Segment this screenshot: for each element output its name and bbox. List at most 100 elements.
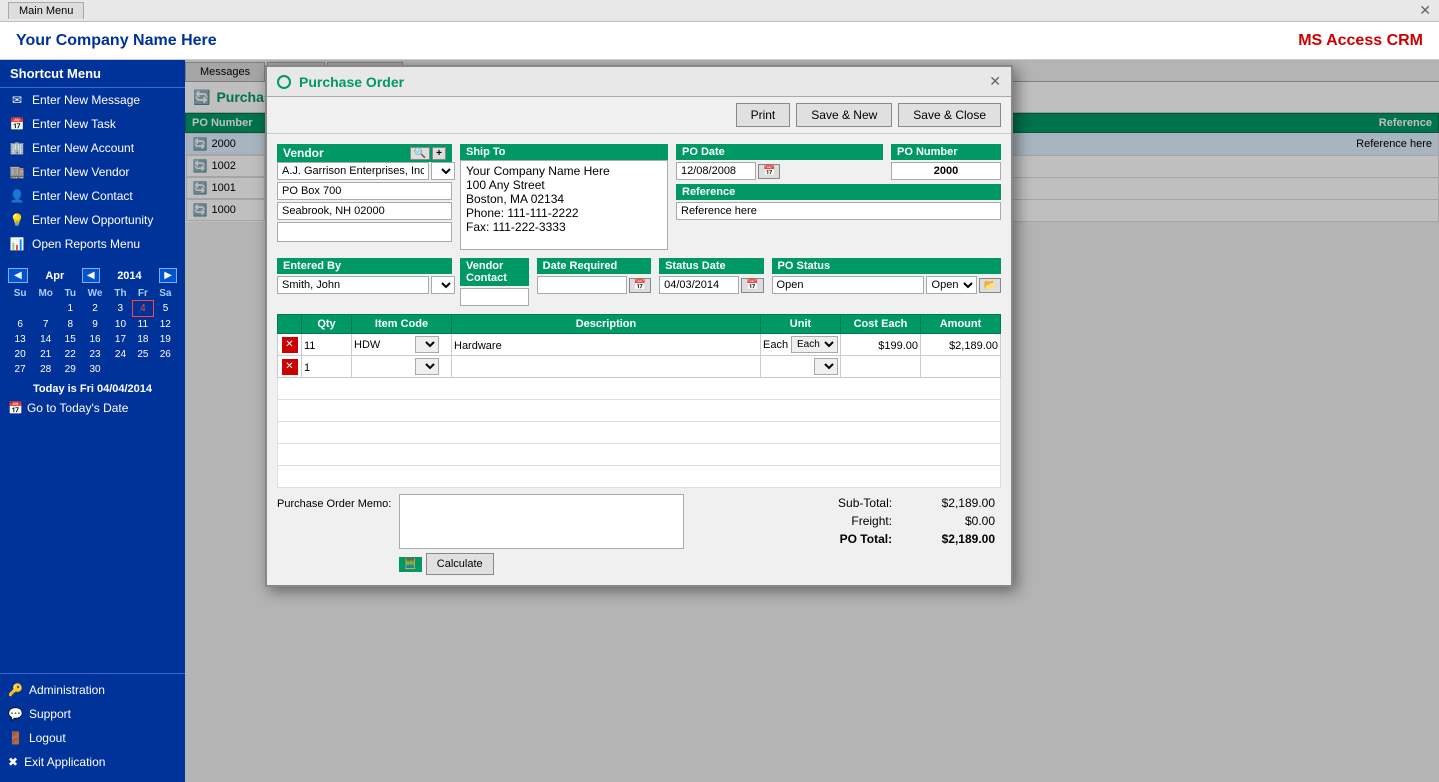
cal-day-cell[interactable]: 8 — [59, 317, 81, 333]
cal-today-cell[interactable]: 4 — [132, 301, 154, 317]
cal-day-cell[interactable]: 15 — [59, 332, 81, 347]
col-item-code: Item Code — [352, 315, 452, 334]
cal-day-cell[interactable]: 18 — [132, 332, 154, 347]
cal-day-cell — [154, 362, 177, 377]
qty-1-input[interactable] — [304, 340, 344, 352]
cal-day-cell[interactable]: 9 — [81, 317, 109, 333]
item-code-2-dropdown[interactable] — [415, 358, 439, 375]
po-date-input[interactable] — [676, 162, 756, 180]
entered-by-dropdown[interactable] — [431, 276, 455, 294]
reference-label: Reference — [676, 184, 1001, 200]
cal-next-year[interactable]: ▶ — [159, 268, 177, 283]
cal-day-cell[interactable]: 22 — [59, 347, 81, 362]
calendar-year: 2014 — [117, 270, 141, 282]
qty-2-input[interactable] — [304, 362, 344, 374]
cost-each-2-input[interactable] — [853, 362, 918, 374]
cal-day-cell[interactable]: 20 — [8, 347, 32, 362]
cal-day-cell[interactable]: 16 — [81, 332, 109, 347]
sidebar-item-message[interactable]: ✉ Enter New Message — [0, 88, 185, 112]
reference-input[interactable] — [676, 202, 1001, 220]
print-button[interactable]: Print — [736, 103, 791, 127]
save-new-button[interactable]: Save & New — [796, 103, 892, 127]
entered-by-input[interactable] — [277, 276, 429, 294]
sidebar-item-reports[interactable]: 📊 Open Reports Menu — [0, 232, 185, 256]
cal-day-cell[interactable]: 12 — [154, 317, 177, 333]
po-status-dropdown[interactable]: Open — [926, 276, 977, 294]
cal-day-cell[interactable]: 5 — [154, 301, 177, 317]
cal-day-cell[interactable]: 24 — [109, 347, 132, 362]
cal-day-cell[interactable]: 11 — [132, 317, 154, 333]
cal-day-cell[interactable]: 27 — [8, 362, 32, 377]
cal-day-cell[interactable]: 25 — [132, 347, 154, 362]
cal-day-cell[interactable]: 17 — [109, 332, 132, 347]
cost-each-1-input[interactable] — [853, 340, 918, 352]
po-number-input[interactable] — [891, 162, 1001, 180]
vendor-name-input[interactable] — [277, 162, 429, 180]
unit-1-dropdown[interactable]: Each — [791, 336, 838, 353]
date-required-calendar-btn[interactable]: 📅 — [629, 278, 651, 293]
cal-day-cell[interactable]: 30 — [81, 362, 109, 377]
opportunity-icon: 💡 — [8, 213, 26, 227]
date-required-input[interactable] — [537, 276, 627, 294]
cal-day-cell[interactable]: 7 — [32, 317, 59, 333]
po-date-calendar-btn[interactable]: 📅 — [758, 164, 780, 179]
window-close[interactable]: ✕ — [1419, 2, 1431, 19]
cal-day-cell[interactable]: 10 — [109, 317, 132, 333]
cal-day-cell[interactable]: 28 — [32, 362, 59, 377]
sidebar-item-logout[interactable]: 🚪 Logout — [0, 726, 185, 750]
sidebar-item-vendor[interactable]: 🏬 Enter New Vendor — [0, 160, 185, 184]
status-date-calendar-btn[interactable]: 📅 — [741, 278, 763, 293]
freight-row: Freight: $0.00 — [801, 512, 1001, 530]
cal-day-cell[interactable]: 3 — [109, 301, 132, 317]
cal-day-cell[interactable]: 14 — [32, 332, 59, 347]
modal-close-button[interactable]: ✕ — [989, 73, 1001, 90]
cal-day-cell[interactable]: 21 — [32, 347, 59, 362]
delete-row-1-button[interactable]: ✕ — [282, 337, 298, 353]
envelope-icon: ✉ — [8, 93, 26, 107]
memo-textarea[interactable] — [399, 494, 684, 549]
save-close-button[interactable]: Save & Close — [898, 103, 1001, 127]
vendor-contact-input[interactable] — [460, 288, 529, 306]
delete-row-2-button[interactable]: ✕ — [282, 359, 298, 375]
sidebar-item-exit[interactable]: ✖ Exit Application — [0, 750, 185, 774]
sidebar-item-contact[interactable]: 👤 Enter New Contact — [0, 184, 185, 208]
cal-day-cell[interactable]: 2 — [81, 301, 109, 317]
cal-day-cell[interactable]: 29 — [59, 362, 81, 377]
cal-day-cell[interactable]: 26 — [154, 347, 177, 362]
cal-day-cell[interactable] — [32, 301, 59, 317]
cal-day-cell[interactable]: 23 — [81, 347, 109, 362]
item-code-1-input[interactable] — [354, 339, 414, 351]
sidebar-item-task[interactable]: 📅 Enter New Task — [0, 112, 185, 136]
status-date-input[interactable] — [659, 276, 739, 294]
main-menu-tab[interactable]: Main Menu — [8, 2, 84, 19]
po-status-folder-btn[interactable]: 📂 — [979, 278, 1001, 293]
sidebar-item-support[interactable]: 💬 Support — [0, 702, 185, 726]
vendor-dropdown[interactable] — [431, 162, 455, 180]
vendor-search-icon[interactable]: 🔍 — [410, 147, 430, 160]
cal-day-cell[interactable] — [8, 301, 32, 317]
item-code-1-dropdown[interactable] — [415, 336, 439, 353]
vendor-label: Vendor 🔍 + — [277, 144, 452, 162]
vendor-add-icon[interactable]: + — [432, 147, 446, 160]
cal-day-fr: Fr — [132, 287, 154, 301]
calculate-button[interactable]: Calculate — [426, 553, 494, 575]
unit-2-dropdown[interactable] — [814, 358, 838, 375]
cal-day-cell[interactable]: 19 — [154, 332, 177, 347]
item-code-2-input[interactable] — [354, 361, 414, 373]
sidebar-item-account[interactable]: 🏢 Enter New Account — [0, 136, 185, 160]
cal-prev-year[interactable]: ◀ — [82, 268, 100, 283]
calculator-icon-btn[interactable]: 🧮 — [399, 557, 421, 572]
po-status-input[interactable] — [772, 276, 924, 294]
description-2-input[interactable] — [454, 362, 758, 374]
freight-value: $0.00 — [898, 512, 1001, 530]
cal-day-cell[interactable]: 1 — [59, 301, 81, 317]
cal-day-cell[interactable]: 13 — [8, 332, 32, 347]
sidebar-item-opportunity[interactable]: 💡 Enter New Opportunity — [0, 208, 185, 232]
line-item-empty-row — [278, 422, 1001, 444]
sidebar-item-admin[interactable]: 🔑 Administration — [0, 678, 185, 702]
cal-prev-month[interactable]: ◀ — [8, 268, 28, 283]
cal-day-cell[interactable]: 6 — [8, 317, 32, 333]
today-label: Today is Fri 04/04/2014 — [8, 383, 177, 395]
goto-today[interactable]: 📅 Go to Today's Date — [8, 401, 177, 415]
description-1-input[interactable] — [454, 340, 758, 352]
